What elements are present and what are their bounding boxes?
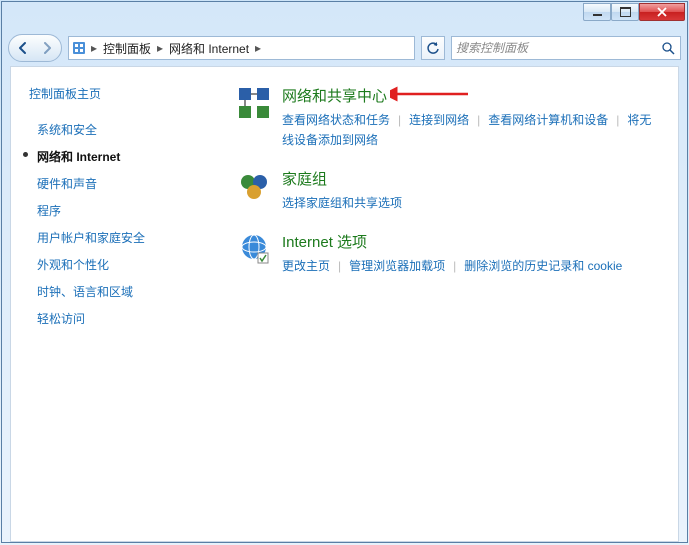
address-bar[interactable]: ▸ 控制面板 ▸ 网络和 Internet ▸ [68, 36, 415, 60]
breadcrumb-separator[interactable]: ▸ [253, 37, 263, 59]
category-link[interactable]: 管理浏览器加载项 [349, 259, 445, 273]
link-divider: | [453, 259, 456, 273]
network-sharing-icon [236, 85, 272, 121]
minimize-button[interactable] [583, 3, 611, 21]
category-title[interactable]: Internet 选项 [282, 231, 658, 252]
sidebar-item[interactable]: 系统和安全 [21, 116, 206, 143]
breadcrumb-item[interactable]: 控制面板 [99, 37, 155, 59]
close-icon [657, 7, 667, 17]
category-link[interactable]: 查看网络计算机和设备 [488, 113, 608, 127]
breadcrumb-separator[interactable]: ▸ [89, 37, 99, 59]
back-button[interactable] [11, 36, 35, 60]
content-area: 控制面板主页 系统和安全网络和 Internet硬件和声音程序用户帐户和家庭安全… [10, 66, 679, 542]
sidebar-item[interactable]: 轻松访问 [21, 305, 206, 332]
toolbar: ▸ 控制面板 ▸ 网络和 Internet ▸ [2, 30, 687, 66]
search-bar[interactable] [451, 36, 681, 60]
sidebar-item[interactable]: 网络和 Internet [21, 143, 206, 170]
category-internet-options: Internet 选项更改主页 | 管理浏览器加载项 | 删除浏览的历史记录和 cook… [236, 231, 658, 276]
category-title[interactable]: 家庭组 [282, 168, 658, 189]
link-divider: | [398, 113, 401, 127]
link-divider: | [338, 259, 341, 273]
sidebar-item[interactable]: 用户帐户和家庭安全 [21, 224, 206, 251]
search-icon [660, 42, 676, 55]
control-panel-window: ▸ 控制面板 ▸ 网络和 Internet ▸ 控制面板主页 系统和安全网络和 … [1, 1, 688, 543]
titlebar [2, 2, 687, 30]
forward-button[interactable] [35, 36, 59, 60]
main-panel: 网络和共享中心查看网络状态和任务|连接到网络|查看网络计算机和设备|将无线设备添… [216, 67, 678, 541]
internet-options-icon [236, 231, 272, 267]
arrow-left-icon [16, 41, 30, 55]
nav-buttons [8, 34, 62, 62]
category-title[interactable]: 网络和共享中心 [282, 85, 658, 106]
category-link[interactable]: 选择家庭组和共享选项 [282, 196, 402, 210]
sidebar-item[interactable]: 硬件和声音 [21, 170, 206, 197]
category-homegroup: 家庭组选择家庭组和共享选项 [236, 168, 658, 213]
homegroup-icon [236, 168, 272, 204]
sidebar-item[interactable]: 时钟、语言和区域 [21, 278, 206, 305]
window-controls [583, 3, 685, 21]
arrow-right-icon [40, 41, 54, 55]
search-input[interactable] [456, 41, 660, 55]
category-link[interactable]: 连接到网络 [409, 113, 469, 127]
category-link[interactable]: 查看网络状态和任务 [282, 113, 390, 127]
sidebar-item[interactable]: 外观和个性化 [21, 251, 206, 278]
category-link[interactable]: 更改主页 [282, 259, 330, 273]
refresh-button[interactable] [421, 36, 445, 60]
link-divider: | [477, 113, 480, 127]
maximize-button[interactable] [611, 3, 639, 21]
control-panel-icon [69, 41, 89, 55]
category-network-sharing: 网络和共享中心查看网络状态和任务|连接到网络|查看网络计算机和设备|将无线设备添… [236, 85, 658, 150]
sidebar: 控制面板主页 系统和安全网络和 Internet硬件和声音程序用户帐户和家庭安全… [11, 67, 216, 541]
breadcrumb-separator[interactable]: ▸ [155, 37, 165, 59]
sidebar-home-link[interactable]: 控制面板主页 [29, 85, 206, 102]
category-link[interactable]: 删除浏览的历史记录和 cookie [464, 259, 622, 273]
breadcrumb-item[interactable]: 网络和 Internet [165, 37, 253, 59]
refresh-icon [426, 41, 440, 55]
close-button[interactable] [639, 3, 685, 21]
sidebar-item[interactable]: 程序 [21, 197, 206, 224]
link-divider: | [616, 113, 619, 127]
